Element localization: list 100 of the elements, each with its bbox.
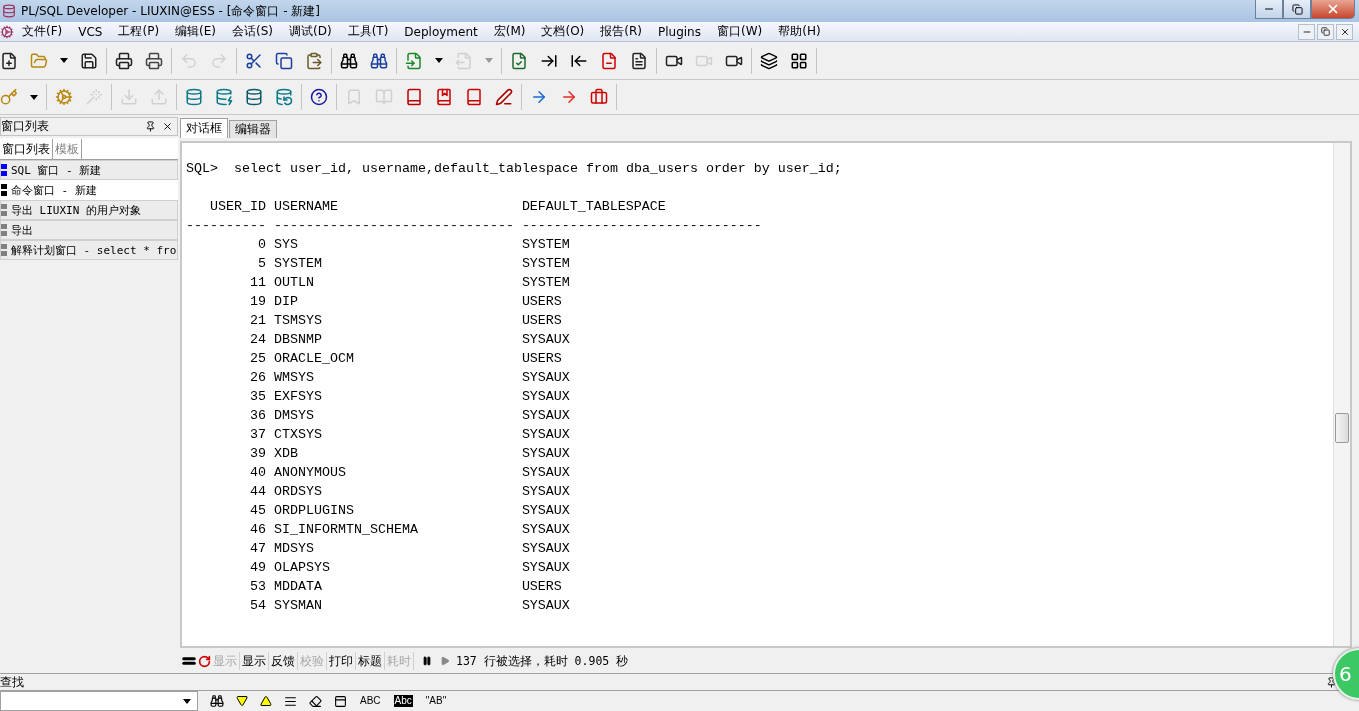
menu-item[interactable]: VCS xyxy=(70,24,111,39)
restore-button[interactable] xyxy=(1317,23,1334,40)
menu-item[interactable]: 宏(M) xyxy=(485,23,534,40)
database-icon[interactable] xyxy=(215,88,233,106)
menu-item[interactable]: 编辑(E) xyxy=(167,23,225,40)
pin-icon[interactable] xyxy=(145,121,156,132)
menu-item[interactable]: 窗口(W) xyxy=(708,23,771,40)
grid-icon[interactable] xyxy=(790,51,808,70)
table-cell-text: OLAPSYS xyxy=(273,559,330,577)
close-icon[interactable] xyxy=(162,121,173,132)
menu-item[interactable]: 工程(P) xyxy=(110,23,168,40)
binoculars-icon[interactable] xyxy=(340,51,358,70)
table-cell-text: 0 xyxy=(257,236,266,254)
book-icon[interactable] xyxy=(405,88,423,106)
file-check-icon[interactable] xyxy=(510,51,528,70)
window-list-item[interactable]: SQL 窗口 - 新建 xyxy=(0,160,178,180)
editor-tab[interactable]: 对话框 xyxy=(180,118,228,138)
menu-item[interactable]: 调试(D) xyxy=(281,23,340,40)
key-icon[interactable] xyxy=(0,88,18,106)
menu-item[interactable]: 文件(F) xyxy=(14,23,71,40)
arrow-right-icon[interactable] xyxy=(530,88,548,106)
caret-icon[interactable] xyxy=(435,58,443,63)
scissors-icon[interactable] xyxy=(245,51,263,70)
menu-item[interactable]: Plugins xyxy=(650,24,709,39)
caret-icon[interactable] xyxy=(30,94,38,100)
editor-tab[interactable]: 编辑器 xyxy=(229,120,277,138)
table-cell-text: SYSAUX xyxy=(521,502,570,520)
windows-icon[interactable] xyxy=(760,51,778,70)
minimize-button[interactable] xyxy=(1255,0,1283,19)
table-cell-text: SYS xyxy=(273,236,298,254)
close-icon xyxy=(1326,2,1340,16)
save-icon[interactable] xyxy=(80,51,98,70)
eraser-icon[interactable] xyxy=(309,694,322,708)
table-cell-text: SYSAUX xyxy=(521,559,570,577)
window-list-item[interactable]: 导出 xyxy=(0,220,178,240)
printer-icon[interactable] xyxy=(115,51,133,70)
new-file-icon[interactable] xyxy=(0,51,18,70)
window-list-item[interactable]: 导出 LIUXIN 的用户对象 xyxy=(0,200,178,220)
menu-item[interactable]: 报告(R) xyxy=(592,23,650,40)
table-cell-text: 46 xyxy=(249,521,266,539)
play-icon[interactable] xyxy=(440,656,450,666)
match-option-button[interactable]: ABC xyxy=(359,695,382,707)
window-list-item[interactable]: 解释计划窗口 - select * fro xyxy=(0,240,178,260)
lines-icon[interactable] xyxy=(284,694,297,708)
menu-item[interactable]: Deployment xyxy=(396,24,486,39)
toggle-button[interactable]: 打印 xyxy=(327,652,356,670)
file-import-icon[interactable] xyxy=(405,51,423,70)
table-cell-text: TSMSYS xyxy=(273,312,322,330)
triangle-up-icon[interactable] xyxy=(260,695,272,707)
menu-item[interactable]: 工具(T) xyxy=(339,23,397,40)
file-icon[interactable] xyxy=(630,51,648,70)
help-icon[interactable] xyxy=(310,88,328,106)
panel-tab[interactable]: 窗口列表 xyxy=(0,139,53,159)
triangle-down-icon[interactable] xyxy=(236,695,248,707)
minimize-button[interactable] xyxy=(1298,23,1315,40)
printer-icon[interactable] xyxy=(145,51,163,70)
match-option-button[interactable]: Abc xyxy=(393,695,413,707)
restore-icon xyxy=(1321,27,1330,36)
panel-tab[interactable]: 模板 xyxy=(53,139,82,159)
search-field[interactable] xyxy=(0,691,198,711)
window-list-item[interactable]: 命令窗口 - 新建 xyxy=(0,180,178,200)
close-button[interactable] xyxy=(1336,23,1353,40)
caret-icon[interactable] xyxy=(183,698,191,704)
scrollbar[interactable] xyxy=(1333,143,1350,646)
book-icon[interactable] xyxy=(435,88,453,106)
caret-icon[interactable] xyxy=(60,58,68,63)
pause-icon[interactable] xyxy=(422,656,432,666)
clipboard-icon[interactable] xyxy=(305,51,323,70)
table-cell-text: 44 xyxy=(249,483,266,501)
toolbox-icon[interactable] xyxy=(590,88,608,106)
app-menu-icon[interactable] xyxy=(0,24,14,39)
menu-item[interactable]: 会话(S) xyxy=(224,23,282,40)
pin-icon[interactable] xyxy=(1326,676,1337,688)
binoculars-icon[interactable] xyxy=(210,694,224,708)
database-icon[interactable] xyxy=(275,88,293,106)
folder-icon[interactable] xyxy=(30,51,48,70)
toggle-button[interactable]: 标题 xyxy=(356,652,385,670)
pen-icon[interactable] xyxy=(495,88,513,106)
arrow-right-icon[interactable] xyxy=(560,88,578,106)
menu-item[interactable]: 帮助(H) xyxy=(770,23,829,40)
copy-icon[interactable] xyxy=(275,51,293,70)
restore-icon xyxy=(1291,3,1303,15)
window-title: PL/SQL Developer - LIUXIN@ESS - [命令窗口 - 新建] xyxy=(21,2,322,20)
menu-item[interactable]: 文档(O) xyxy=(533,23,593,40)
binoculars-icon[interactable] xyxy=(370,51,388,70)
table-cell-text: 39 xyxy=(249,445,266,463)
table-cell-text: 5 xyxy=(257,255,266,273)
toggle-button[interactable]: 反馈 xyxy=(269,652,298,670)
database-icon[interactable] xyxy=(245,88,263,106)
toggle-button[interactable]: 显示 xyxy=(240,652,269,670)
gear-icon[interactable] xyxy=(55,88,73,106)
window-icon[interactable] xyxy=(334,694,347,708)
table-cell-text: SYSTEM xyxy=(521,255,570,273)
table-cell-text: 11 xyxy=(249,274,266,292)
book-icon[interactable] xyxy=(465,88,483,106)
refresh-icon[interactable] xyxy=(198,654,211,668)
table-cell-text: ANONYMOUS xyxy=(273,464,346,482)
maximize-button[interactable] xyxy=(1283,0,1311,19)
database-icon[interactable] xyxy=(185,88,203,106)
match-option-button[interactable]: "AB" xyxy=(424,695,448,707)
